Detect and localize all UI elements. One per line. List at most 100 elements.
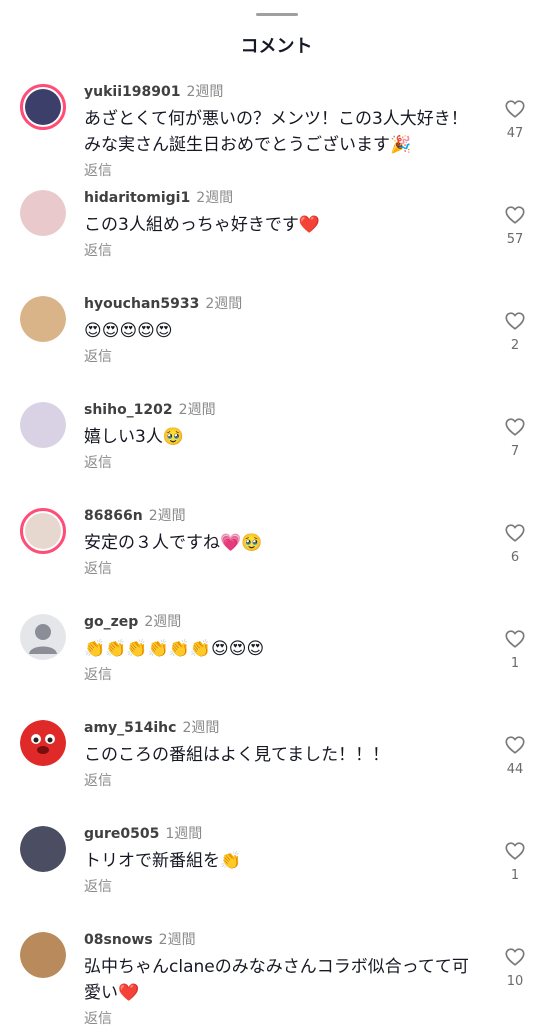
comment-text: 👏👏👏👏👏👏😍😍😍 xyxy=(84,639,265,659)
comment-item: hidaritomigi1 2週間この3人組めっちゃ好きです❤️ 返信 57 xyxy=(0,184,553,290)
comment-text: 😍😍😍😍😍 xyxy=(84,321,173,341)
username[interactable]: gure0505 xyxy=(84,826,159,842)
person-silhouette-icon xyxy=(29,624,57,654)
heart-outline-icon xyxy=(505,842,525,860)
username[interactable]: amy_514ihc xyxy=(84,720,176,736)
avatar[interactable] xyxy=(20,190,66,236)
username[interactable]: hyouchan5933 xyxy=(84,296,199,312)
sheet-title: コメント xyxy=(240,36,313,57)
heart-outline-icon xyxy=(505,948,525,966)
comment-timestamp: 1週間 xyxy=(165,826,203,842)
username[interactable]: yukii198901 xyxy=(84,84,180,100)
like-count: 2 xyxy=(510,338,520,353)
comment-text: この3人組めっちゃ好きです❤️ xyxy=(84,215,320,235)
like-button[interactable]: 7 xyxy=(499,416,531,459)
comment-text: 嬉しい3人🥹 xyxy=(84,427,184,447)
avatar-image xyxy=(25,89,61,125)
comment-meta: 08snows 2週間 xyxy=(84,930,473,950)
comment-text: あざとくて何が悪いの？メンツ！この3人大好き！みな実さん誕生日おめでとうございま… xyxy=(84,109,468,155)
heart-outline-icon xyxy=(505,736,525,754)
like-count: 7 xyxy=(510,444,520,459)
red-face-icon xyxy=(31,734,55,754)
like-button[interactable]: 47 xyxy=(499,98,531,141)
avatar-image xyxy=(20,932,66,978)
avatar[interactable] xyxy=(20,296,66,342)
comment-body: hyouchan5933 2週間 😍😍😍😍😍 返信 xyxy=(84,294,473,366)
like-button[interactable]: 1 xyxy=(499,628,531,671)
comment-body: shiho_1202 2週間嬉しい3人🥹 返信 xyxy=(84,400,473,472)
like-button[interactable]: 6 xyxy=(499,522,531,565)
avatar-image xyxy=(20,826,66,872)
reply-button[interactable]: 返信 xyxy=(84,160,473,180)
heart-outline-icon xyxy=(505,630,525,648)
comment-body: 86866n 2週間 安定の３人ですね💗🥹 返信 xyxy=(84,506,473,578)
like-count: 10 xyxy=(506,974,524,989)
like-button[interactable]: 2 xyxy=(499,310,531,353)
avatar[interactable] xyxy=(20,614,66,660)
reply-button[interactable]: 返信 xyxy=(84,346,473,366)
comment-timestamp: 2週間 xyxy=(178,402,216,418)
comment-body: gure0505 1週間トリオで新番組を👏 返信 xyxy=(84,824,473,896)
username[interactable]: shiho_1202 xyxy=(84,402,173,418)
username[interactable]: hidaritomigi1 xyxy=(84,190,190,206)
reply-button[interactable]: 返信 xyxy=(84,876,473,896)
comment-body: yukii198901 2週間 あざとくて何が悪いの？メンツ！この3人大好き！みな実… xyxy=(84,82,473,180)
comment-text: 安定の３人ですね💗🥹 xyxy=(84,533,263,553)
like-count: 57 xyxy=(506,232,524,247)
comment-item: 86866n 2週間 安定の３人ですね💗🥹 返信 6 xyxy=(0,502,553,608)
reply-button[interactable]: 返信 xyxy=(84,664,473,684)
comment-meta: amy_514ihc 2週間 xyxy=(84,718,473,738)
avatar-image xyxy=(20,296,66,342)
comment-text: トリオで新番組を👏 xyxy=(84,851,242,871)
like-count: 1 xyxy=(510,868,520,883)
comment-meta: hidaritomigi1 2週間 xyxy=(84,188,473,208)
comment-meta: hyouchan5933 2週間 xyxy=(84,294,473,314)
heart-outline-icon xyxy=(505,206,525,224)
comment-text: このころの番組はよく見てました！！！ xyxy=(84,745,390,765)
heart-outline-icon xyxy=(505,418,525,436)
comment-text: 弘中ちゃんclaneのみなみさんコラボ似合ってて可愛い❤️ xyxy=(84,957,469,1003)
username[interactable]: 08snows xyxy=(84,932,153,948)
comment-timestamp: 2週間 xyxy=(196,190,234,206)
comment-body: 08snows 2週間弘中ちゃんclaneのみなみさんコラボ似合ってて可愛い❤️ 返… xyxy=(84,930,473,1028)
drag-handle[interactable] xyxy=(256,13,298,16)
reply-button[interactable]: 返信 xyxy=(84,240,473,260)
like-button[interactable]: 44 xyxy=(499,734,531,777)
avatar-image xyxy=(25,513,61,549)
heart-outline-icon xyxy=(505,524,525,542)
comment-meta: shiho_1202 2週間 xyxy=(84,400,473,420)
reply-button[interactable]: 返信 xyxy=(84,770,473,790)
comment-timestamp: 2週間 xyxy=(205,296,243,312)
like-count: 47 xyxy=(506,126,524,141)
reply-button[interactable]: 返信 xyxy=(84,1008,473,1028)
comment-body: amy_514ihc 2週間 このころの番組はよく見てました！！！ 返信 xyxy=(84,718,473,790)
comment-item: 08snows 2週間弘中ちゃんclaneのみなみさんコラボ似合ってて可愛い❤️ 返… xyxy=(0,926,553,1032)
avatar[interactable] xyxy=(20,508,66,554)
username[interactable]: go_zep xyxy=(84,614,138,630)
username[interactable]: 86866n xyxy=(84,508,143,524)
comment-body: hidaritomigi1 2週間この3人組めっちゃ好きです❤️ 返信 xyxy=(84,188,473,260)
avatar[interactable] xyxy=(20,720,66,766)
avatar[interactable] xyxy=(20,402,66,448)
reply-button[interactable]: 返信 xyxy=(84,558,473,578)
like-button[interactable]: 10 xyxy=(499,946,531,989)
comment-timestamp: 2週間 xyxy=(144,614,182,630)
comment-meta: 86866n 2週間 xyxy=(84,506,473,526)
comment-timestamp: 2週間 xyxy=(158,932,196,948)
avatar-image xyxy=(20,190,66,236)
comment-meta: go_zep 2週間 xyxy=(84,612,473,632)
comment-meta: gure0505 1週間 xyxy=(84,824,473,844)
avatar[interactable] xyxy=(20,84,66,130)
avatar-image xyxy=(20,614,66,660)
like-button[interactable]: 57 xyxy=(499,204,531,247)
like-button[interactable]: 1 xyxy=(499,840,531,883)
avatar-image xyxy=(20,720,66,766)
reply-button[interactable]: 返信 xyxy=(84,452,473,472)
comment-body: go_zep 2週間 👏👏👏👏👏👏😍😍😍 返信 xyxy=(84,612,473,684)
avatar[interactable] xyxy=(20,826,66,872)
like-count: 1 xyxy=(510,656,520,671)
heart-outline-icon xyxy=(505,312,525,330)
comment-item: gure0505 1週間トリオで新番組を👏 返信 1 xyxy=(0,820,553,926)
avatar[interactable] xyxy=(20,932,66,978)
comment-item: hyouchan5933 2週間 😍😍😍😍😍 返信 2 xyxy=(0,290,553,396)
